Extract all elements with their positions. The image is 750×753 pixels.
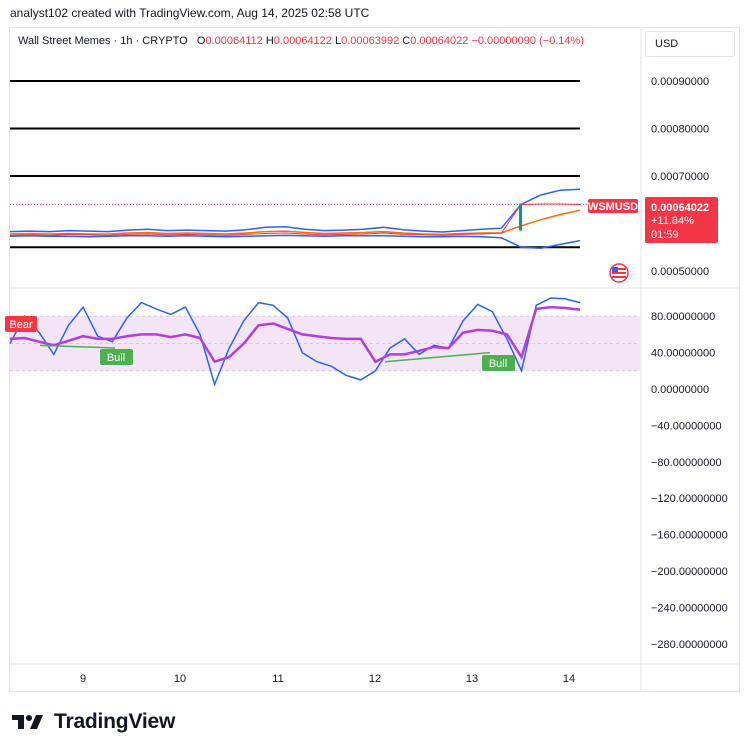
breakout-candle (519, 203, 523, 231)
price-panel (9, 80, 640, 249)
oscillator-tick-label: −280.00000000 (651, 639, 728, 651)
oscillator-panel (9, 297, 640, 387)
oscillator-tick-label: −160.00000000 (651, 530, 728, 542)
price-tag-value: 0.00064022 (651, 202, 709, 214)
oscillator-tick-label: −200.00000000 (651, 566, 728, 578)
bear-label: Bear (5, 316, 37, 332)
time-axis[interactable]: 9 10 11 12 13 14 (80, 673, 575, 685)
chart-canvas[interactable]: 0.00090000 0.00080000 0.00070000 0.00050000… (0, 0, 750, 753)
oscillator-tick-label: 40.00000000 (651, 348, 715, 360)
tradingview-logo[interactable]: TradingView (12, 710, 175, 734)
bollinger-upper-line (9, 188, 581, 233)
bull-label-1-text: Bull (107, 352, 125, 364)
oscillator-tick-label: 0.00000000 (651, 384, 709, 396)
bull-label-1: Bull (100, 349, 133, 365)
bull-label-2: Bull (482, 355, 515, 371)
time-tick-label: 11 (272, 673, 283, 685)
oscillator-tick-label: −40.00000000 (651, 420, 722, 432)
price-tick-label: 0.00090000 (651, 76, 709, 88)
us-flag-icon[interactable] (609, 263, 629, 283)
price-tag-change: +11.84% (651, 215, 694, 227)
tradingview-logo-icon (12, 715, 43, 729)
time-tick-label: 14 (563, 673, 575, 685)
oscillator-tick-label: −120.00000000 (651, 493, 728, 505)
tradingview-wordmark: TradingView (54, 710, 176, 733)
bull-label-2-text: Bull (489, 358, 507, 370)
price-axis[interactable]: 0.00090000 0.00080000 0.00070000 0.00050000… (651, 76, 728, 651)
time-tick-label: 13 (466, 673, 478, 685)
oscillator-tick-label: −80.00000000 (651, 457, 722, 469)
symbol-tag-text: WSMUSD (588, 201, 638, 213)
time-tick-label: 9 (80, 673, 86, 685)
price-tick-label: 0.00080000 (651, 124, 709, 136)
time-tick-label: 10 (174, 673, 186, 685)
oscillator-tick-label: −240.00000000 (651, 602, 728, 614)
time-tick-label: 12 (369, 673, 381, 685)
bear-label-text: Bear (9, 319, 33, 331)
price-tag: WSMUSD 0.00064022 +11.84% 01:59 (588, 197, 718, 243)
price-tick-label: 0.00070000 (651, 171, 709, 183)
price-tick-label: 0.00050000 (651, 266, 709, 278)
price-tag-countdown: 01:59 (651, 229, 679, 241)
oscillator-tick-label: 80.00000000 (651, 311, 715, 323)
